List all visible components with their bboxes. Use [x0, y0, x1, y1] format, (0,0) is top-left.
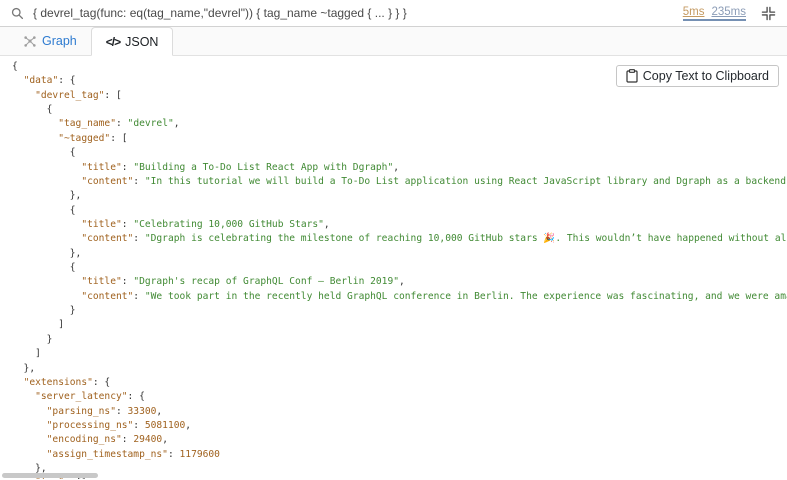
tab-json-label: JSON — [125, 35, 158, 49]
code-icon: </> — [106, 35, 120, 49]
query-bar: { devrel_tag(func: eq(tag_name,"devrel")… — [0, 0, 787, 27]
json-panel: { "data": { "devrel_tag": [ { "tag_name"… — [0, 56, 787, 479]
horizontal-scrollbar-thumb[interactable] — [2, 473, 98, 478]
json-response-view[interactable]: { "data": { "devrel_tag": [ { "tag_name"… — [0, 56, 787, 479]
tab-json[interactable]: </> JSON — [91, 27, 174, 56]
copy-to-clipboard-button[interactable]: Copy Text to Clipboard — [616, 65, 779, 87]
result-tab-bar: Graph </> JSON — [0, 27, 787, 56]
server-latency-link[interactable]: 5ms — [683, 6, 705, 18]
expand-panel-button[interactable] — [760, 5, 777, 22]
clipboard-icon — [626, 69, 638, 83]
search-icon — [11, 7, 24, 20]
copy-button-label: Copy Text to Clipboard — [643, 69, 769, 83]
query-summary[interactable]: { devrel_tag(func: eq(tag_name,"devrel")… — [33, 6, 683, 20]
graph-icon — [23, 35, 37, 48]
compress-arrows-icon — [761, 6, 776, 21]
tab-graph-label: Graph — [42, 34, 77, 48]
tab-graph[interactable]: Graph — [9, 27, 91, 55]
latency-indicator: 5ms 235ms — [683, 6, 746, 21]
network-latency-link[interactable]: 235ms — [711, 6, 746, 18]
